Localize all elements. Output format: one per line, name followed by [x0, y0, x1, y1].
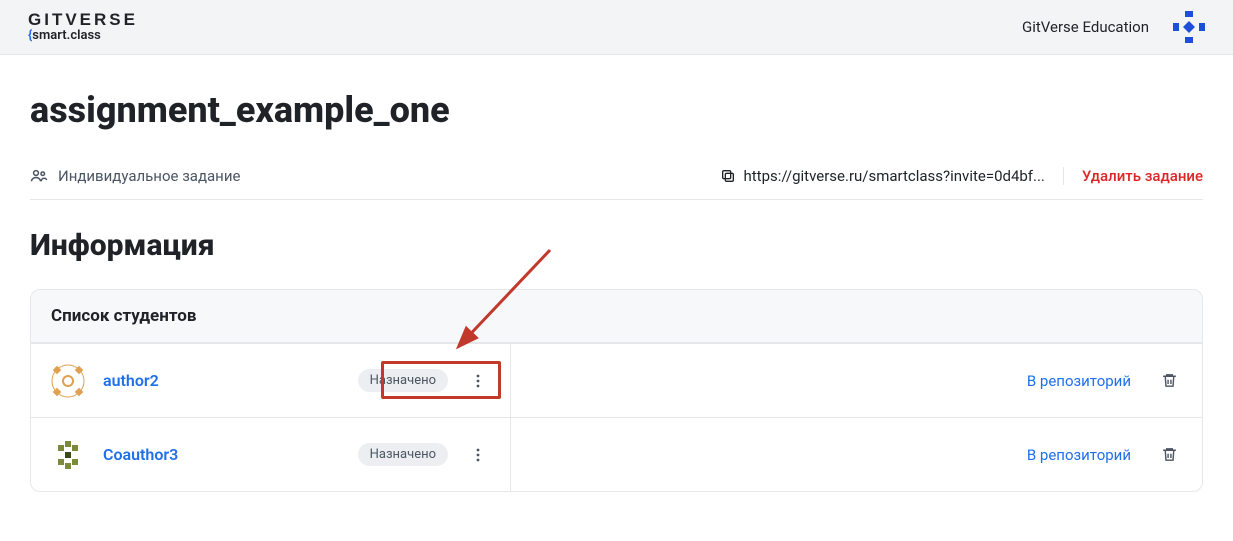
top-bar: GITVERSE {smart.class GitVerse Education: [0, 0, 1233, 55]
info-heading: Информация: [30, 228, 1203, 263]
student-name-link[interactable]: author2: [103, 371, 340, 390]
meta-row: Индивидуальное задание https://gitverse.…: [30, 167, 1203, 200]
student-row: author2 Назначено В репозиторий: [31, 343, 1202, 417]
logo[interactable]: GITVERSE {smart.class: [28, 11, 138, 42]
page-title: assignment_example_one: [30, 89, 1203, 131]
row-menu-button[interactable]: [466, 369, 490, 393]
delete-assignment-link[interactable]: Удалить задание: [1063, 167, 1203, 185]
people-icon: [30, 167, 48, 185]
student-cell-left: Coauthor3 Назначено: [31, 418, 511, 491]
delete-student-button[interactable]: [1161, 372, 1178, 389]
students-heading: Список студентов: [31, 290, 1202, 343]
repo-link[interactable]: В репозиторий: [1027, 446, 1131, 464]
student-cell-left: author2 Назначено: [31, 344, 511, 417]
row-menu-button[interactable]: [466, 443, 490, 467]
student-avatar[interactable]: [51, 438, 85, 472]
copy-icon: [720, 168, 736, 184]
task-type: Индивидуальное задание: [30, 167, 240, 185]
students-card: Список студентов author2 Назначено: [30, 289, 1203, 492]
repo-link[interactable]: В репозиторий: [1027, 372, 1131, 390]
logo-main: GITVERSE: [28, 11, 138, 29]
user-avatar[interactable]: [1173, 11, 1205, 43]
student-row: Coauthor3 Назначено В репозиторий: [31, 417, 1202, 491]
student-cell-right: В репозиторий: [511, 344, 1202, 417]
status-badge: Назначено: [358, 443, 448, 466]
student-avatar[interactable]: [51, 364, 85, 398]
top-right: GitVerse Education: [1022, 11, 1205, 43]
invite-url: https://gitverse.ru/smartclass?invite=0d…: [744, 167, 1045, 185]
student-name-link[interactable]: Coauthor3: [103, 445, 340, 464]
logo-sub: {smart.class: [28, 29, 138, 43]
task-type-label: Индивидуальное задание: [58, 167, 240, 185]
delete-student-button[interactable]: [1161, 446, 1178, 463]
student-cell-right: В репозиторий: [511, 418, 1202, 491]
status-badge: Назначено: [358, 369, 448, 392]
main-content: assignment_example_one Индивидуальное за…: [0, 55, 1233, 532]
invite-link-block[interactable]: https://gitverse.ru/smartclass?invite=0d…: [720, 167, 1045, 185]
nav-education-link[interactable]: GitVerse Education: [1022, 18, 1149, 36]
